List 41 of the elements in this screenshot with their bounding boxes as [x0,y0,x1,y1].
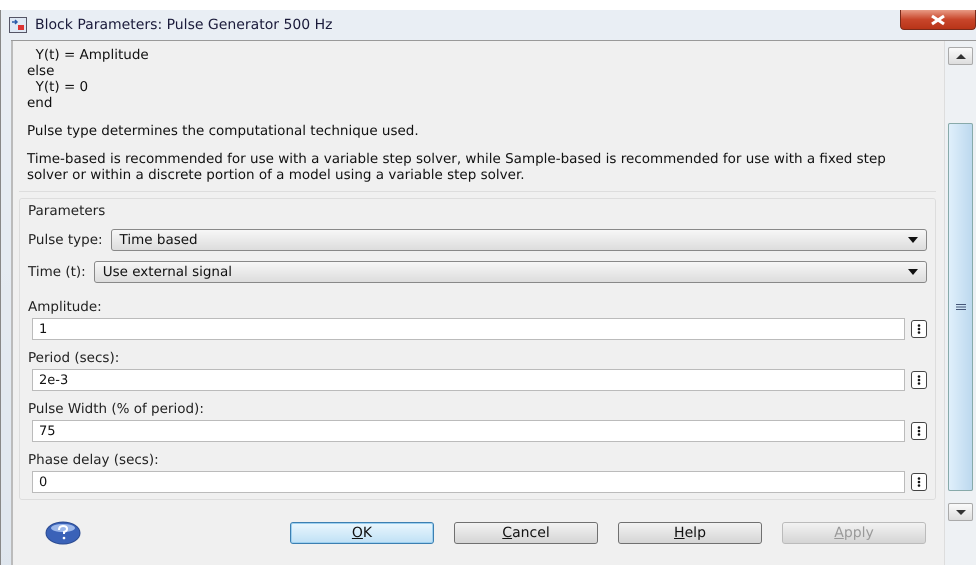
dropdown[interactable]: Time based [110,229,927,251]
code-line: end [27,95,54,111]
vertical-dots-icon [917,324,921,334]
scrollbar[interactable] [944,41,976,565]
field-label: Pulse type: [28,232,103,248]
input-field[interactable]: 2e-3 [32,369,905,391]
dropdown[interactable]: Use external signal [94,261,927,283]
close-icon [928,14,948,26]
scroll-up-icon[interactable] [956,54,966,58]
close-button[interactable] [900,10,976,30]
vertical-dots-icon [917,477,921,487]
description-paragraph: Time-based is recommended for use with a variable step solver, while Sample-based is recommended for use with a fixed step solver or within a discrete portion of a model using a variable step solver. [27,151,887,183]
vertical-dots-icon [917,375,921,385]
more-options-button[interactable] [911,320,927,338]
scroll-down-icon[interactable] [956,510,966,514]
help-icon[interactable] [45,520,81,544]
vertical-dots-icon [917,426,921,436]
description-paragraph: Pulse type determines the computational technique used. [27,123,420,139]
group-title: Parameters [28,203,106,219]
code-line: Y(t) = 0 [34,79,90,95]
input-field[interactable]: 75 [32,420,905,442]
input-field[interactable]: 0 [32,471,905,493]
input-field[interactable]: 1 [32,318,905,340]
dialog-button[interactable]: Help [618,522,762,544]
grip-icon [956,304,966,310]
code-line: else [27,63,56,79]
dropdown-arrow-icon [908,237,918,243]
more-options-button[interactable] [911,371,927,389]
field-label: Amplitude: [28,299,103,315]
dialog-button[interactable]: OK [290,522,434,544]
field-label: Phase delay (secs): [28,452,160,468]
more-options-button[interactable] [911,422,927,440]
dropdown-arrow-icon [908,269,918,275]
window-title: Block Parameters: Pulse Generator 500 Hz [35,17,333,33]
field-label: Pulse Width (% of period): [28,401,205,417]
field-label: Period (secs): [28,350,120,366]
field-label: Time (t): [28,264,86,280]
code-line: Y(t) = Amplitude [34,47,150,63]
dialog-button[interactable]: Cancel [454,522,598,544]
more-options-button[interactable] [911,473,927,491]
block-icon [9,17,27,33]
